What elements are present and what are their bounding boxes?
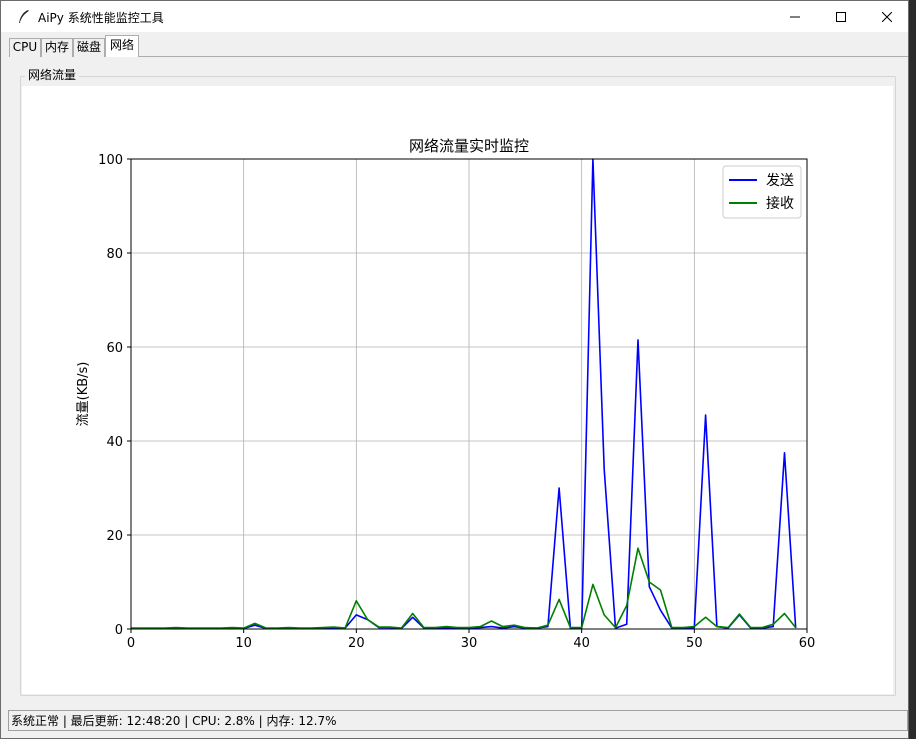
x-tick-label: 10 bbox=[235, 636, 252, 651]
status-bar: 系统正常 | 最后更新: 12:48:20 | CPU: 2.8% | 内存: … bbox=[8, 710, 908, 731]
x-tick-label: 0 bbox=[127, 636, 135, 651]
network-traffic-chart: 0 10 20 30 40 50 60 0 20 40 60 80 100 网络流量实时监控流量(KB/s… bbox=[76, 137, 816, 651]
chart-title: 网络流量实时监控 bbox=[409, 137, 529, 155]
legend-label-0: 发送 bbox=[766, 173, 794, 189]
y-tick-label: 0 bbox=[115, 623, 123, 638]
legend-label-1: 接收 bbox=[766, 195, 794, 212]
x-tick-label: 60 bbox=[799, 636, 816, 651]
y-tick-label: 100 bbox=[98, 153, 123, 168]
status-text: 系统正常 | 最后更新: 12:48:20 | CPU: 2.8% | 内存: … bbox=[11, 714, 337, 728]
x-tick-label: 50 bbox=[686, 636, 703, 651]
y-tick-label: 40 bbox=[106, 435, 123, 450]
y-tick-label: 20 bbox=[106, 529, 123, 544]
y-tick-label: 80 bbox=[106, 247, 123, 262]
y-tick-label: 60 bbox=[106, 341, 123, 356]
x-tick-label: 40 bbox=[573, 636, 590, 651]
x-tick-label: 20 bbox=[348, 636, 365, 651]
x-tick-label: 30 bbox=[461, 636, 478, 651]
app-window: AiPy 系统性能监控工具 CPU 内存 磁盘 网络 网络流量 0 10 20 30 4… bbox=[0, 0, 909, 739]
series-line-0 bbox=[131, 158, 797, 630]
y-axis-label: 流量(KB/s) bbox=[76, 362, 91, 427]
